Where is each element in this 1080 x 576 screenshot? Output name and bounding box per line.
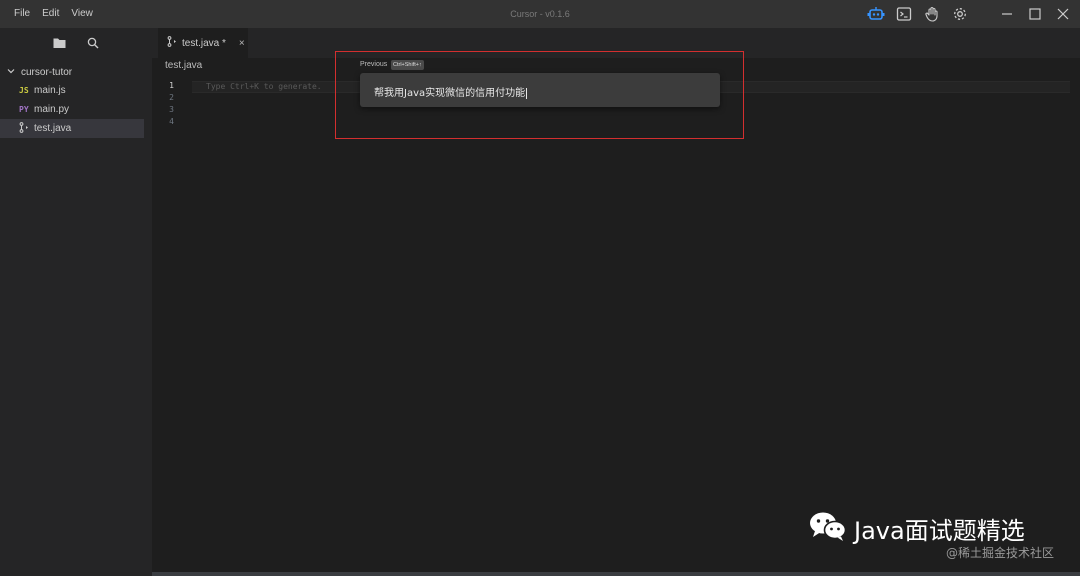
- breadcrumb: test.java: [165, 60, 203, 71]
- previous-label: Previous: [360, 61, 388, 68]
- shortcut-badge: Ctrl+Shift+↑: [391, 60, 424, 70]
- bottom-edge: [152, 572, 1080, 576]
- line-number-gutter: 1 2 3 4: [152, 80, 192, 128]
- search-icon[interactable]: [85, 35, 101, 51]
- folder-icon[interactable]: [51, 35, 67, 51]
- gear-icon[interactable]: [950, 5, 970, 23]
- wechat-logo-icon: [808, 510, 848, 547]
- line-number: 3: [169, 105, 174, 114]
- tab-label: test.java *: [182, 37, 226, 49]
- chevron-down-icon: [6, 66, 16, 79]
- python-file-icon: PY: [19, 105, 29, 114]
- file-label: main.py: [34, 104, 70, 115]
- editor-placeholder-hint[interactable]: Type Ctrl+K to generate.: [206, 81, 322, 93]
- close-icon[interactable]: [1052, 4, 1074, 24]
- text-caret: [526, 87, 528, 99]
- maximize-icon[interactable]: [1024, 4, 1046, 24]
- hand-icon[interactable]: [922, 5, 942, 23]
- file-main-py[interactable]: PY main.py: [0, 100, 144, 119]
- file-label: main.js: [34, 85, 66, 96]
- folder-cursor-tutor[interactable]: cursor-tutor: [6, 65, 72, 79]
- title-bar: File Edit View Cursor - v0.1.6: [0, 0, 1080, 28]
- javascript-file-icon: JS: [19, 86, 29, 95]
- java-file-icon: [19, 122, 32, 135]
- file-label: test.java: [34, 123, 72, 134]
- file-main-js[interactable]: JS main.js: [0, 81, 144, 100]
- folder-label: cursor-tutor: [21, 66, 73, 78]
- robot-icon[interactable]: [866, 5, 886, 23]
- terminal-icon[interactable]: [894, 5, 914, 23]
- line-number: 1: [169, 81, 174, 90]
- line-number: 2: [169, 93, 174, 102]
- minimize-icon[interactable]: [996, 4, 1018, 24]
- prompt-input-text[interactable]: 帮我用Java实现微信的信用付功能: [374, 88, 525, 99]
- watermark-title: Java面试题精选: [854, 517, 1025, 545]
- tab-test-java[interactable]: test.java * ×: [158, 28, 248, 58]
- tab-close-icon[interactable]: ×: [239, 38, 245, 49]
- file-test-java[interactable]: test.java: [0, 119, 144, 138]
- java-file-icon: [167, 36, 177, 50]
- watermark-subtitle: @稀土掘金技术社区: [946, 546, 1055, 560]
- file-explorer-sidebar: cursor-tutor JS main.js PY main.py test.…: [0, 28, 152, 576]
- watermark: Java面试题精选: [808, 510, 1025, 547]
- generate-prompt-input[interactable]: 帮我用Java实现微信的信用付功能: [360, 73, 720, 107]
- line-number: 4: [169, 117, 174, 126]
